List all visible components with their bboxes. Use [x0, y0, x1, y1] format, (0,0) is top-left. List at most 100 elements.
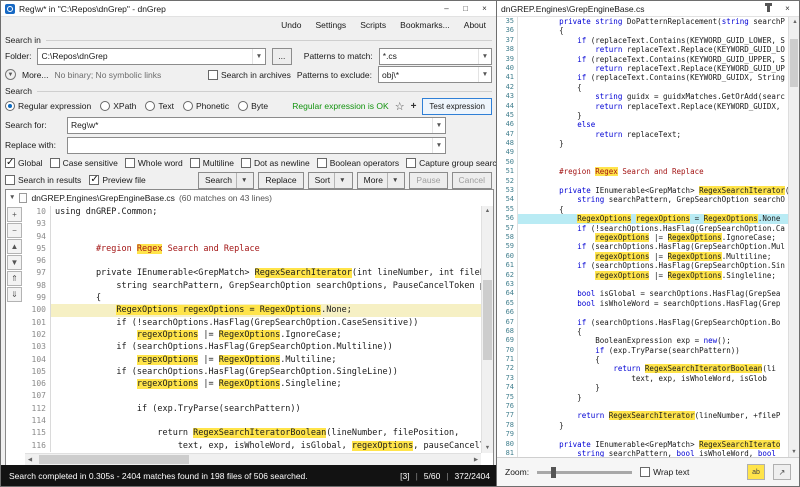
- result-line[interactable]: 115 return RegexSearchIteratorBoolean(li…: [25, 427, 481, 440]
- test-expression-button[interactable]: Test expression: [422, 97, 492, 115]
- result-line[interactable]: 98 string searchPattern, GrepSearchOptio…: [25, 279, 481, 293]
- next-match-button[interactable]: ▼: [7, 255, 22, 270]
- scrollbar-thumb[interactable]: [483, 280, 492, 361]
- result-line[interactable]: 100 RegexOptions regexOptions = RegexOpt…: [25, 304, 481, 317]
- replace-with-label: Replace with:: [5, 140, 57, 150]
- menu-item-undo[interactable]: Undo: [281, 20, 301, 30]
- result-line[interactable]: 10 using dnGREP.Common;: [25, 206, 481, 219]
- chevron-down-icon[interactable]: ▼: [251, 48, 265, 64]
- option-dot-as-newline[interactable]: Dot as newline: [240, 157, 310, 168]
- scroll-up-icon[interactable]: ▲: [482, 206, 493, 216]
- results-horizontal-scrollbar[interactable]: ◀ ▶: [25, 453, 481, 465]
- cancel-button[interactable]: Cancel: [451, 171, 492, 189]
- chevron-down-icon[interactable]: ▼: [478, 48, 491, 64]
- open-external-icon[interactable]: ↗: [773, 464, 791, 480]
- pin-icon[interactable]: [761, 2, 776, 15]
- result-line[interactable]: 102 regexOptions |= RegexOptions.IgnoreC…: [25, 328, 481, 342]
- chevron-down-icon[interactable]: ▼: [478, 67, 491, 82]
- maximize-icon[interactable]: □: [458, 2, 473, 15]
- more-button[interactable]: More ▼: [356, 171, 406, 189]
- chevron-down-icon[interactable]: ▼: [432, 117, 445, 133]
- browse-folder-button[interactable]: ...: [271, 47, 292, 65]
- search-type-text[interactable]: Text: [145, 101, 174, 111]
- result-line[interactable]: 99 {: [25, 292, 481, 305]
- scroll-down-icon[interactable]: ▼: [789, 447, 799, 457]
- results-vertical-scrollbar[interactable]: ▲ ▼: [481, 206, 493, 453]
- menu-item-bookmarks[interactable]: Bookmarks...: [400, 20, 450, 30]
- result-line[interactable]: 105 if (searchOptions.HasFlag(GrepSearch…: [25, 365, 481, 379]
- bookmark-star-icon[interactable]: ☆: [395, 100, 405, 113]
- option-whole-word[interactable]: Whole word: [124, 157, 183, 168]
- option-preview-file[interactable]: Preview file: [89, 174, 146, 185]
- scroll-down-icon[interactable]: ▼: [482, 443, 493, 453]
- result-line[interactable]: 107: [25, 390, 481, 403]
- action-buttons: Search ▼ Replace Sort ▼ More ▼ Pause Cancel: [198, 171, 492, 189]
- search-type-regular-expression[interactable]: Regular expression: [5, 101, 91, 111]
- menu-item-settings[interactable]: Settings: [315, 20, 346, 30]
- chevron-down-icon[interactable]: ▼: [432, 137, 445, 153]
- patterns-match-value: *.cs: [382, 51, 397, 61]
- option-global[interactable]: Global: [5, 157, 43, 168]
- close-icon[interactable]: ×: [477, 2, 492, 15]
- result-line[interactable]: 103 if (searchOptions.HasFlag(GrepSearch…: [25, 341, 481, 354]
- collapse-all-button[interactable]: −: [7, 223, 22, 238]
- option-case-sensitive[interactable]: Case sensitive: [49, 157, 118, 168]
- chevron-down-icon[interactable]: ▼: [334, 172, 346, 188]
- patterns-match-combobox[interactable]: *.cs ▼: [378, 47, 492, 65]
- scroll-right-icon[interactable]: ▶: [471, 454, 481, 465]
- result-line[interactable]: 96: [25, 255, 481, 268]
- result-line[interactable]: 104 regexOptions |= RegexOptions.Multili…: [25, 353, 481, 366]
- previous-file-button[interactable]: ⇑: [7, 271, 22, 286]
- add-bookmark-icon[interactable]: +: [411, 101, 417, 112]
- chevron-down-icon[interactable]: ▼: [235, 172, 247, 188]
- result-line[interactable]: 97 private IEnumerable<GrepMatch> RegexS…: [25, 267, 481, 280]
- result-line[interactable]: 112 if (exp.TryParse(searchPattern)): [25, 402, 481, 416]
- scroll-left-icon[interactable]: ◀: [25, 454, 35, 465]
- scroll-up-icon[interactable]: ▲: [789, 17, 800, 27]
- result-line[interactable]: 95 #region Regex Search and Replace: [25, 242, 481, 256]
- search-type-byte[interactable]: Byte: [238, 101, 268, 111]
- highlight-toggle-button[interactable]: ab: [747, 464, 765, 480]
- tree-expander-icon[interactable]: ▼: [9, 194, 15, 201]
- result-line[interactable]: 114: [25, 415, 481, 428]
- menu-item-about[interactable]: About: [464, 20, 486, 30]
- wrap-text-checkbox[interactable]: Wrap text: [640, 467, 689, 477]
- next-file-button[interactable]: ⇓: [7, 287, 22, 302]
- scrollbar-thumb[interactable]: [790, 39, 798, 87]
- chevron-down-icon[interactable]: ▼: [386, 172, 398, 188]
- folder-combobox[interactable]: C:\Repos\dnGrep ▼: [37, 47, 266, 65]
- preview-code-area[interactable]: 35 private string DoPatternReplacement(s…: [497, 17, 788, 457]
- search-in-archives-checkbox[interactable]: Search in archives: [207, 69, 291, 80]
- result-line[interactable]: 101 if (!searchOptions.HasFlag(GrepSearc…: [25, 316, 481, 329]
- result-line[interactable]: 116 text, exp, isWholeWord, isGlobal, re…: [25, 439, 481, 452]
- preview-scrollbar[interactable]: ▲ ▼: [788, 17, 799, 457]
- replace-button[interactable]: Replace: [258, 171, 304, 189]
- results-code-list[interactable]: 10 using dnGREP.Common; 93 94 95 #region Reg…: [25, 206, 481, 453]
- search-type-phonetic[interactable]: Phonetic: [182, 101, 229, 111]
- result-line[interactable]: 93: [25, 218, 481, 231]
- zoom-slider-thumb[interactable]: [551, 466, 557, 478]
- option-search-in-results[interactable]: Search in results: [5, 175, 81, 185]
- minimize-icon[interactable]: –: [439, 2, 454, 15]
- results-file-header[interactable]: ▼ dnGREP.Engines\GrepEngineBase.cs (60 m…: [6, 190, 493, 205]
- sort-button[interactable]: Sort ▼: [307, 171, 353, 189]
- option-multiline[interactable]: Multiline: [189, 157, 234, 168]
- search-button[interactable]: Search ▼: [198, 171, 255, 189]
- more-label[interactable]: More...: [22, 70, 48, 80]
- scrollbar-thumb[interactable]: [39, 455, 189, 464]
- result-line[interactable]: 94: [25, 230, 481, 243]
- replace-with-combobox[interactable]: ▼: [67, 136, 446, 154]
- previous-match-button[interactable]: ▲: [7, 239, 22, 254]
- close-icon[interactable]: ×: [780, 2, 795, 15]
- search-type-xpath[interactable]: XPath: [100, 101, 136, 111]
- result-line[interactable]: 106 regexOptions |= RegexOptions.Singlel…: [25, 378, 481, 391]
- patterns-exclude-combobox[interactable]: obj\* ▼: [378, 66, 492, 83]
- option-capture-group-search[interactable]: Capture group search: [406, 157, 501, 168]
- search-for-combobox[interactable]: Reg\w* ▼: [67, 116, 446, 134]
- pause-button[interactable]: Pause: [409, 171, 448, 189]
- zoom-slider[interactable]: [537, 466, 633, 478]
- menu-item-scripts[interactable]: Scripts: [360, 20, 386, 30]
- expand-all-button[interactable]: +: [7, 207, 22, 222]
- option-boolean-operators[interactable]: Boolean operators: [316, 157, 399, 168]
- more-expander-icon[interactable]: ▼: [5, 69, 16, 80]
